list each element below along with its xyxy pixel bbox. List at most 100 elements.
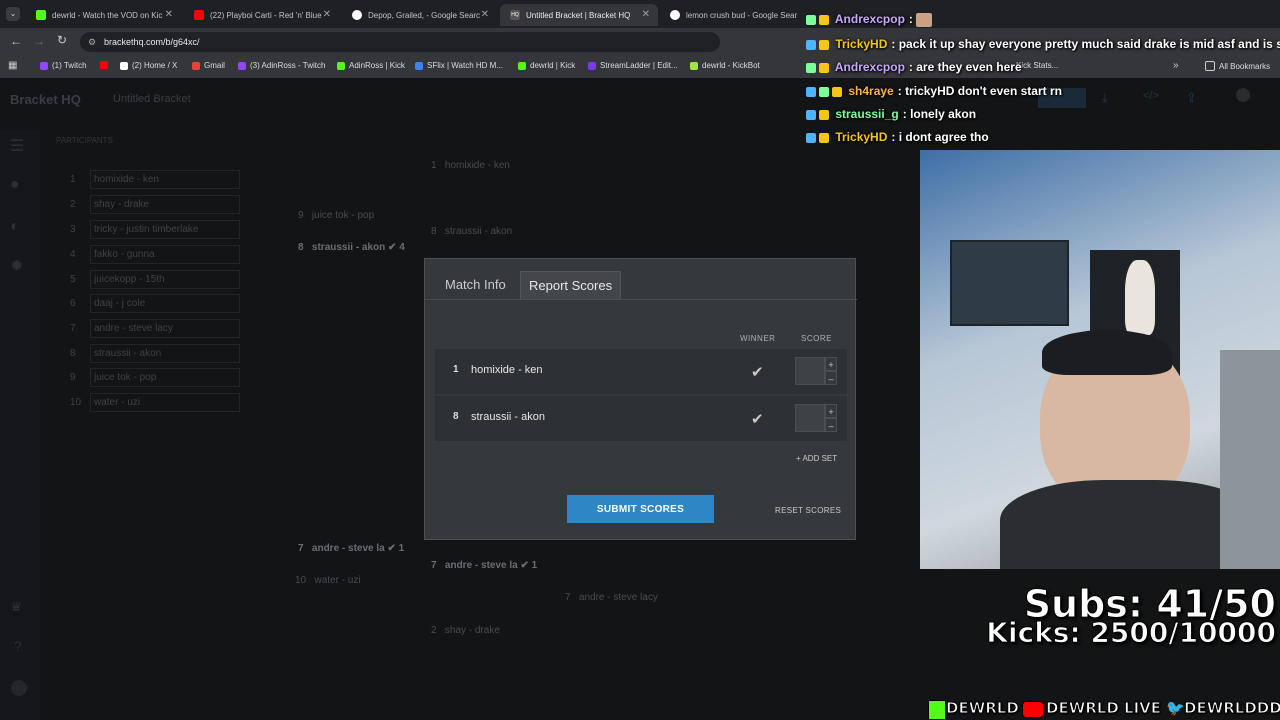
help-icon[interactable]: ? [14,638,22,654]
back-icon[interactable]: ← [10,34,22,48]
tab-3[interactable]: Depop, Grailed, - Google Searc ✕ [342,4,497,26]
bracket-slot[interactable]: 7 andre - steve la ✔ 1 [298,543,404,554]
decrement-button[interactable]: – [825,371,837,385]
tab-report-scores[interactable]: Report Scores [520,271,622,300]
bracket-slot[interactable]: 8 straussii - akon ✔ 4 [298,242,405,253]
bracket-slot[interactable]: 10 water - uzi [295,575,361,586]
badge-icon [806,39,816,50]
participant-input[interactable]: homixide - ken [90,170,240,189]
participant-row: 9 juice tok - pop [70,368,240,387]
score-input[interactable] [795,357,825,385]
brackethq-logo[interactable]: Bracket HQ [10,92,81,107]
account-icon[interactable] [11,680,27,696]
participant-input[interactable]: daaj - j cole [90,294,240,313]
chat-username: sh4raye [848,84,894,98]
chat-username: Andrexcpop [834,12,905,26]
bookmark[interactable]: dewrld | Kick [518,61,575,70]
participant-input[interactable]: tricky - justin timberlake [90,220,240,239]
settings-icon[interactable]: ✹ [10,256,23,276]
share-icon[interactable]: ⇪ [1186,90,1197,106]
submit-scores-button[interactable]: SUBMIT SCORES [567,495,714,523]
bookmark[interactable]: (3) AdinRoss - Twitch [238,61,325,70]
badge-icon [806,14,816,25]
crown-icon[interactable]: ♛ [10,598,23,615]
match-row: 1 homixide - ken ✔ + – [435,349,847,394]
participant-input[interactable]: straussii - akon [90,344,240,363]
increment-button[interactable]: + [825,357,837,371]
tab-search-icon[interactable]: ⌄ [6,7,20,21]
participant-row: 7 andre - steve lacy [70,319,240,338]
bookmark[interactable]: AdinRoss | Kick [337,61,405,70]
chat-text: i dont agree tho [898,130,989,144]
participant-input[interactable]: shay - drake [90,195,240,214]
tab-label: (22) Playboi Carti - Red 'n' Blue [210,10,322,20]
participants-icon[interactable]: ● [10,176,20,194]
tab-4-active[interactable]: HQ Untitled Bracket | Bracket HQ ✕ [500,4,658,26]
increment-button[interactable]: + [825,404,837,418]
tab-5[interactable]: lemon crush bud - Google Sear [660,4,810,26]
bracket-title[interactable]: Untitled Bracket [113,93,191,105]
socials-bar: DEWRLD DEWRLD LIVE 🐦 DEWRLDDD [928,699,1280,720]
bookmark[interactable]: dewrld - KickBot [690,61,760,70]
forward-icon[interactable]: → [33,34,45,48]
close-icon[interactable]: ✕ [642,9,650,20]
bookmark[interactable]: (2) Home / X [120,61,177,70]
all-bookmarks[interactable]: All Bookmarks [1205,61,1270,71]
decrement-button[interactable]: – [825,418,837,432]
url-field[interactable]: ⚙ brackethq.com/b/g64xc/ [80,32,720,52]
participant-row: 5 juicekopp - 15th [70,270,240,289]
participant-input[interactable]: water - uzi [90,393,240,412]
youtube-icon [1022,701,1044,718]
participant-input[interactable]: fakko - gunna [90,245,240,264]
tab-label: lemon crush bud - Google Sear [686,10,798,20]
bookmark[interactable]: SFlix | Watch HD M... [415,61,503,70]
bracket-icon[interactable]: ☰ [10,136,24,156]
bracket-slot[interactable]: 8 straussii - akon [431,226,512,237]
site-info-icon[interactable]: ⚙ [88,32,96,52]
chat-message: TrickyHD: i dont agree tho [806,130,989,144]
bookmark[interactable]: StreamLadder | Edit... [588,61,678,70]
download-icon[interactable]: ⤓ [1102,90,1108,106]
badge-icon [806,86,816,97]
avatar[interactable] [1236,88,1250,102]
bookmark[interactable]: Kick Stats... [1016,61,1058,70]
twitter-handle: DEWRLDDD [1184,699,1280,718]
participant-input[interactable]: andre - steve lacy [90,319,240,338]
seed: 7 [565,592,571,603]
seed: 1 [453,364,459,375]
tab-2[interactable]: (22) Playboi Carti - Red 'n' Blue ✕ [184,4,339,26]
bookmark[interactable]: Gmail [192,61,225,70]
participant-input[interactable]: juicekopp - 15th [90,270,240,289]
kick-icon [928,700,946,720]
twitter-icon: 🐦 [1166,700,1185,717]
reset-scores-link[interactable]: RESET SCORES [775,506,841,515]
close-icon[interactable]: ✕ [165,9,173,20]
close-icon[interactable]: ✕ [323,9,331,20]
reload-icon[interactable]: ↻ [57,33,67,47]
winner-check-icon[interactable]: ✔ [751,410,764,428]
bracket-slot[interactable]: 7 andre - steve lacy [565,592,658,603]
seed: 2 [70,199,76,210]
tab-match-info[interactable]: Match Info [437,271,514,299]
participant-input[interactable]: juice tok - pop [90,368,240,387]
bracket-slot[interactable]: 2 shay - drake [431,625,500,636]
bookmark[interactable]: (1) Twitch [40,61,87,70]
crown-badge-icon [819,109,829,120]
seed: 7 [298,543,304,554]
add-set-link[interactable]: + ADD SET [796,454,837,463]
score-input[interactable] [795,404,825,432]
kick-icon [518,61,526,70]
bracket-slot[interactable]: 9 juice tok - pop [298,210,374,221]
palette-icon[interactable]: ◐ [10,218,20,236]
bookmark[interactable] [100,61,112,69]
winner-check-icon[interactable]: ✔ [751,363,764,381]
tab-1[interactable]: dewrld - Watch the VOD on Kic ✕ [26,4,181,26]
bracket-slot[interactable]: 7 andre - steve la ✔ 1 [431,560,537,571]
bracket-slot[interactable]: 1 homixide - ken [431,160,510,171]
more-bookmarks-icon[interactable]: » [1173,60,1179,71]
slot-name: straussii - akon [311,242,386,253]
apps-grid-icon[interactable]: ▦ [8,60,17,71]
close-icon[interactable]: ✕ [481,9,489,20]
embed-icon[interactable]: </> [1143,90,1159,102]
crown-badge-icon [819,62,829,73]
